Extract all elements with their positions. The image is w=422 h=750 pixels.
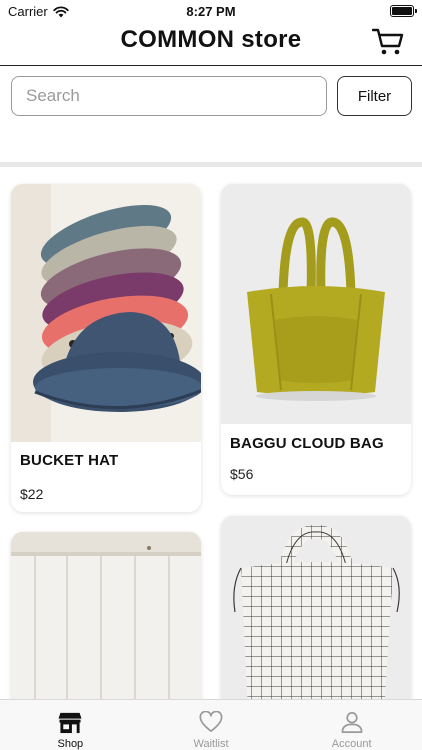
product-card-baggu-cloud-bag[interactable]: BAGGU CLOUD BAG $56: [221, 184, 411, 495]
product-card-bucket-hat[interactable]: BUCKET HAT $22: [11, 184, 201, 512]
heart-icon: [199, 711, 223, 732]
tab-label: Shop: [57, 738, 84, 750]
status-time: 8:27 PM: [186, 4, 236, 19]
product-name: BAGGU CLOUD BAG: [230, 435, 384, 452]
product-name: BUCKET HAT: [20, 452, 119, 469]
tab-label: Waitlist: [193, 738, 229, 750]
cart-button[interactable]: [371, 27, 404, 57]
product-price: $56: [230, 466, 254, 482]
shop-icon: [58, 712, 82, 734]
battery-icon: [390, 5, 417, 17]
tab-shop[interactable]: Shop: [0, 700, 141, 750]
product-price: $22: [20, 486, 44, 502]
product-image-baggu-cloud-bag: [221, 184, 411, 424]
filter-button[interactable]: Filter: [337, 76, 412, 116]
person-icon: [341, 712, 363, 733]
tab-account[interactable]: Account: [281, 700, 422, 750]
product-image-bucket-hat: [11, 184, 201, 442]
tab-label: Account: [331, 738, 372, 750]
tab-waitlist[interactable]: Waitlist: [141, 700, 282, 750]
section-divider: [0, 162, 422, 167]
page-title: COMMON store: [120, 26, 302, 53]
status-bar: Carrier 8:27 PM: [0, 0, 422, 22]
tab-bar: Shop Waitlist Account: [0, 699, 422, 750]
app-header: COMMON store: [0, 22, 422, 66]
cart-icon: [371, 28, 404, 55]
search-input[interactable]: [11, 76, 327, 116]
